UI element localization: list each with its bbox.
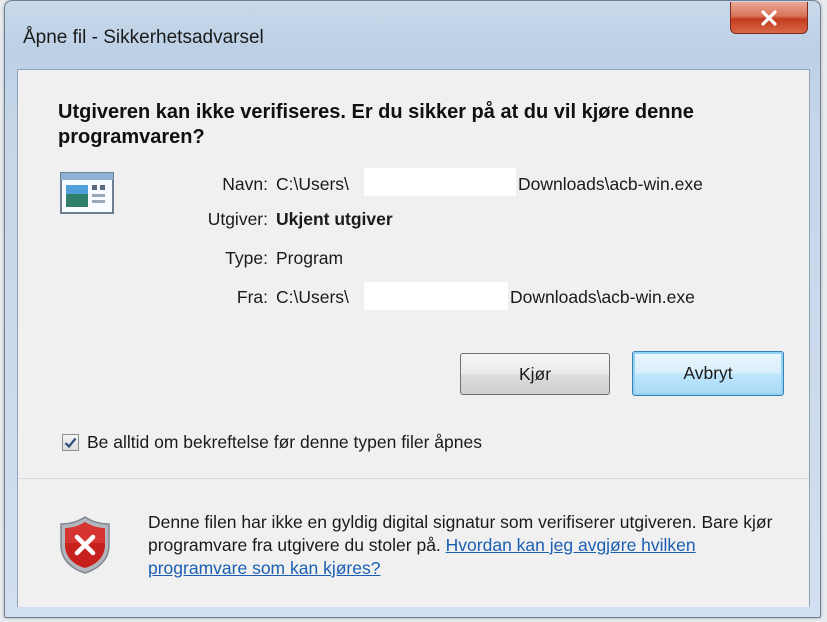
from-value-prefix: C:\Users\: [276, 287, 349, 307]
redacted-username: [364, 282, 508, 310]
name-value-suffix: Downloads\acb-win.exe: [518, 174, 703, 194]
redacted-username: [364, 168, 516, 196]
cancel-button[interactable]: Avbryt: [632, 351, 784, 396]
name-value-prefix: C:\Users\: [276, 174, 349, 194]
security-warning-window: Åpne fil - Sikkerhetsadvarsel Utgiveren …: [4, 0, 821, 618]
name-label: Navn:: [222, 174, 268, 194]
headline: Utgiveren kan ikke verifiseres. Er du si…: [58, 101, 694, 148]
publisher-value: Ukjent utgiver: [276, 209, 393, 229]
confirm-checkbox-label: Be alltid om bekreftelse før denne typen…: [87, 432, 482, 452]
window-title: Åpne fil - Sikkerhetsadvarsel: [23, 27, 264, 48]
program-icon: [60, 172, 114, 214]
dialog-content: Utgiveren kan ikke verifiseres. Er du si…: [17, 69, 810, 607]
type-label: Type:: [225, 248, 268, 268]
footer-panel: Denne filen har ikke en gyldig digital s…: [18, 478, 809, 607]
publisher-label: Utgiver:: [207, 209, 268, 229]
run-button[interactable]: Kjør: [460, 353, 610, 395]
confirm-checkbox-row[interactable]: Be alltid om bekreftelse før denne typen…: [62, 432, 482, 453]
from-label: Fra:: [236, 287, 268, 307]
footer-message: Denne filen har ikke en gyldig digital s…: [148, 511, 788, 580]
type-value: Program: [276, 248, 344, 268]
from-value-suffix: Downloads\acb-win.exe: [510, 287, 695, 307]
shield-warning-icon: [60, 516, 110, 574]
close-icon: [761, 9, 777, 26]
title-bar[interactable]: Åpne fil - Sikkerhetsadvarsel: [5, 1, 820, 69]
close-button[interactable]: [730, 2, 808, 34]
confirm-checkbox[interactable]: [62, 434, 79, 451]
checkmark-icon: [64, 437, 77, 448]
